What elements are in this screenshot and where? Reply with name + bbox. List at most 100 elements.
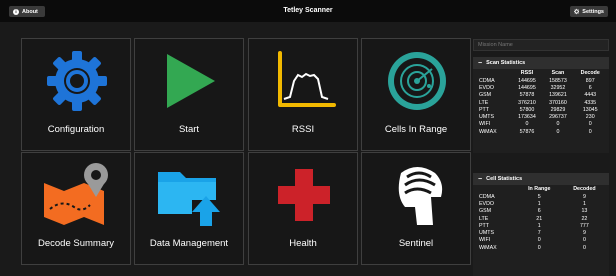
table-cell: 9 xyxy=(582,193,586,200)
table-cell: 158573 xyxy=(549,77,567,84)
row-label: GSM xyxy=(479,208,492,215)
health-tile[interactable]: Health xyxy=(248,152,358,265)
cell-statistics-table: In Range Decoded CDMA 5 9 EVDO 1 1 GSM 6… xyxy=(477,185,607,251)
map-pin-icon xyxy=(44,162,108,225)
column-header: Decoded xyxy=(573,186,596,192)
tile-label: Decode Summary xyxy=(37,238,115,249)
table-cell: 13 xyxy=(581,208,588,215)
table-cell: 57878 xyxy=(519,92,535,99)
table-cell: 0 xyxy=(582,244,586,251)
table-cell: 173634 xyxy=(518,114,536,121)
row-label: CDMA xyxy=(479,193,495,200)
row-label: GSM xyxy=(479,92,492,99)
table-row: LTE 21 22 xyxy=(477,215,607,222)
column-header: Decode xyxy=(580,70,600,76)
scan-statistics-panel: − Scan Statistics RSSI Scan Decode CDMA … xyxy=(473,57,609,153)
column-header xyxy=(477,69,511,77)
settings-button[interactable]: Settings xyxy=(570,6,608,17)
gear-icon xyxy=(47,50,107,111)
row-label: EVDO xyxy=(479,84,495,91)
table-cell: 0 xyxy=(556,128,560,135)
table-cell: 0 xyxy=(525,121,529,128)
table-cell: 139621 xyxy=(549,92,567,99)
gear-icon xyxy=(574,8,580,15)
row-label: WiMAX xyxy=(479,128,497,135)
table-cell: 144695 xyxy=(518,84,536,91)
cell-statistics-header[interactable]: − Cell Statistics xyxy=(473,173,609,185)
column-header: In Range xyxy=(528,186,551,192)
table-cell: 4335 xyxy=(584,99,597,106)
table-cell: 7 xyxy=(537,230,541,237)
table-row: LTE 376210 370160 4335 xyxy=(477,99,607,106)
column-header: RSSI xyxy=(520,70,534,76)
table-row: WiMAX 0 0 xyxy=(477,244,607,251)
sentinel-helmet-icon xyxy=(398,166,443,225)
row-label: PTT xyxy=(479,106,490,113)
row-label: WiMAX xyxy=(479,244,497,251)
table-cell: 230 xyxy=(585,114,595,121)
table-cell: 0 xyxy=(588,121,592,128)
table-cell: 0 xyxy=(537,237,541,244)
folder-upload-icon xyxy=(158,171,220,226)
sentinel-tile[interactable]: Sentinel xyxy=(361,152,471,265)
table-row: PTT 57800 29829 13045 xyxy=(477,106,607,113)
tile-label: Configuration xyxy=(47,124,105,135)
table-row: WIFI 0 0 xyxy=(477,237,607,244)
collapse-icon[interactable]: − xyxy=(478,176,482,183)
cells-in-range-tile[interactable]: Cells In Range xyxy=(361,38,471,151)
table-cell: 5 xyxy=(537,193,541,200)
table-row: CDMA 144695 158573 897 xyxy=(477,77,607,84)
cell-statistics-title: Cell Statistics xyxy=(486,176,523,182)
table-cell: 57800 xyxy=(519,106,535,113)
table-row: WiMAX 57876 0 0 xyxy=(477,128,607,135)
table-row: EVDO 1 1 xyxy=(477,200,607,207)
row-label: LTE xyxy=(479,215,489,222)
table-cell: 296737 xyxy=(549,114,567,121)
scan-statistics-header[interactable]: − Scan Statistics xyxy=(473,57,609,69)
row-label: LTE xyxy=(479,99,489,106)
scan-statistics-table: RSSI Scan Decode CDMA 144695 158573 897 … xyxy=(477,69,607,135)
settings-label: Settings xyxy=(582,8,604,15)
table-cell: 0 xyxy=(588,128,592,135)
row-label: UMTS xyxy=(479,114,495,121)
table-row: WIFI 0 0 0 xyxy=(477,121,607,128)
table-cell: 32952 xyxy=(550,84,566,91)
table-cell: 0 xyxy=(537,244,541,251)
table-cell: 4443 xyxy=(584,92,597,99)
table-row: GSM 57878 139621 4443 xyxy=(477,92,607,99)
table-header-row: RSSI Scan Decode xyxy=(477,69,607,77)
rssi-tile[interactable]: RSSI xyxy=(248,38,358,151)
collapse-icon[interactable]: − xyxy=(478,60,482,67)
table-cell: 1 xyxy=(537,200,541,207)
play-icon xyxy=(167,53,215,108)
table-cell: 1 xyxy=(537,222,541,229)
row-label: PTT xyxy=(479,222,490,229)
tile-label: RSSI xyxy=(291,124,315,135)
configuration-tile[interactable]: Configuration xyxy=(21,38,131,151)
row-label: WIFI xyxy=(479,121,491,128)
tile-label: Data Management xyxy=(149,238,229,249)
scan-statistics-title: Scan Statistics xyxy=(486,60,526,66)
tile-label: Start xyxy=(178,124,200,135)
table-row: EVDO 144695 32952 6 xyxy=(477,84,607,91)
table-cell: 13045 xyxy=(582,106,598,113)
cross-icon xyxy=(278,168,330,221)
table-cell: 22 xyxy=(581,215,588,222)
table-cell: 777 xyxy=(579,222,589,229)
column-header xyxy=(477,185,517,193)
row-label: EVDO xyxy=(479,200,495,207)
table-row: GSM 6 13 xyxy=(477,208,607,215)
tile-label: Cells In Range xyxy=(384,124,448,135)
decode-summary-tile[interactable]: Decode Summary xyxy=(21,152,131,265)
table-row: UMTS 7 9 xyxy=(477,229,607,236)
cell-statistics-panel: − Cell Statistics In Range Decoded CDMA … xyxy=(473,173,609,276)
tile-label: Health xyxy=(289,238,317,249)
mission-name-input[interactable] xyxy=(473,39,609,51)
data-management-tile[interactable]: Data Management xyxy=(134,152,244,265)
table-row: PTT 1 777 xyxy=(477,222,607,229)
radar-icon xyxy=(388,51,446,110)
table-cell: 21 xyxy=(536,215,543,222)
table-cell: 370160 xyxy=(549,99,567,106)
table-cell: 29829 xyxy=(550,106,566,113)
start-tile[interactable]: Start xyxy=(134,38,244,151)
